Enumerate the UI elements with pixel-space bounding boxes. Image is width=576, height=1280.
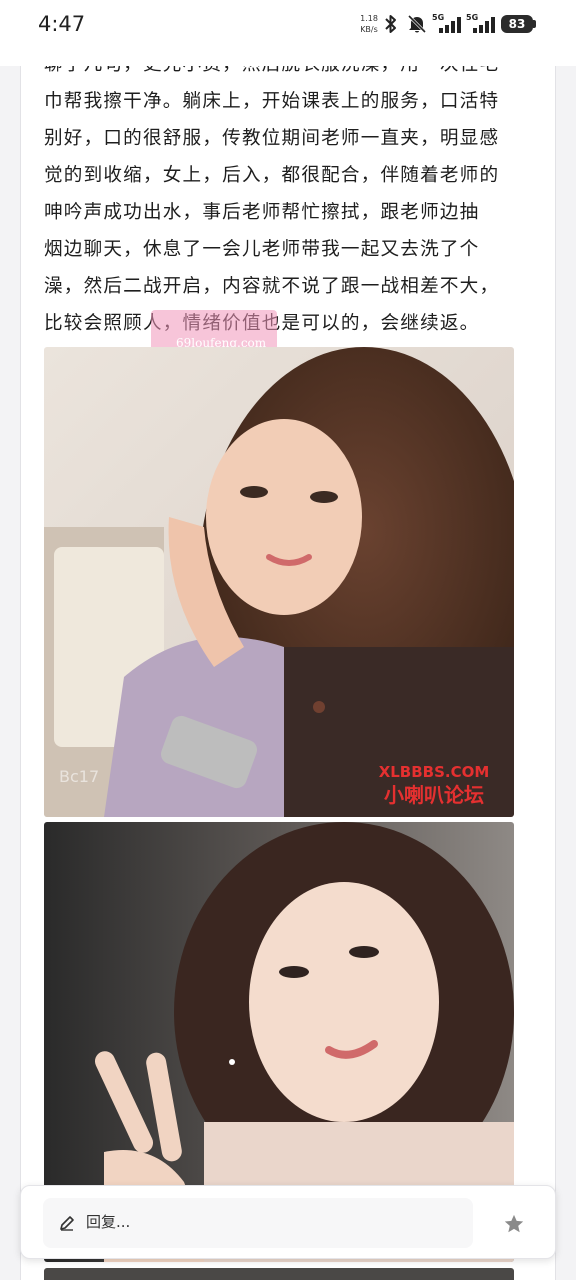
post-body: 聊了几句，更先小费，然后脱衣服洗澡，用一次性毛 巾帮我擦干净。躺床上，开始课表上… [44,66,524,342]
post-text-line: 别好，口的很舒服，传教位期间老师一直夹，明显感 [44,128,500,149]
post-text-line: 聊了几句，更先小费，然后脱衣服洗澡，用一次性毛 [44,66,524,83]
post-photo[interactable]: XLBBBS.COM 小喇叭论坛 Bc17 [44,347,514,817]
reply-input[interactable]: 回复... [43,1198,473,1248]
photo-corner-mark: Bc17 [59,767,99,786]
post-photo[interactable] [44,1268,514,1280]
reply-bar: 回复... [20,1185,556,1259]
post-text-line: 比较会照顾人，情绪价值也是可以的，会继续返。 [44,305,524,342]
mute-icon [407,14,427,34]
post-text-line: 烟边聊天，休息了一会儿老师带我一起又去洗了个 [44,239,480,260]
status-time: 4:47 [38,12,86,36]
post-text-line: 呻吟声成功出水，事后老师帮忙擦拭，跟老师边抽 [44,202,480,223]
post-text-line: 澡，然后二战开启，内容就不说了跟一战相差不大， [44,276,500,297]
post-content-card: 聊了几句，更先小费，然后脱衣服洗澡，用一次性毛 巾帮我擦干净。躺床上，开始课表上… [20,66,556,1280]
star-icon[interactable] [503,1213,525,1235]
battery-icon: 83 [501,15,533,33]
bluetooth-icon [385,15,396,33]
signal-icon: 5G [432,13,462,35]
network-speed: 1.18 KB/s [360,14,378,34]
post-text-line: 巾帮我擦干净。躺床上，开始课表上的服务，口活特 [44,91,500,112]
pencil-icon [60,1216,74,1231]
battery-tip [533,20,536,28]
post-text-line: 觉的到收缩，女上，后入，都很配合，伴随着老师的 [44,165,500,186]
forum-watermark: XLBBBS.COM [379,763,490,781]
forum-watermark-cn: 小喇叭论坛 [384,783,484,807]
status-bar: 4:47 1.18 KB/s 5G 5G 83 [0,0,576,66]
reply-placeholder: 回复... [86,1213,131,1231]
signal-icon: 5G [466,13,496,35]
